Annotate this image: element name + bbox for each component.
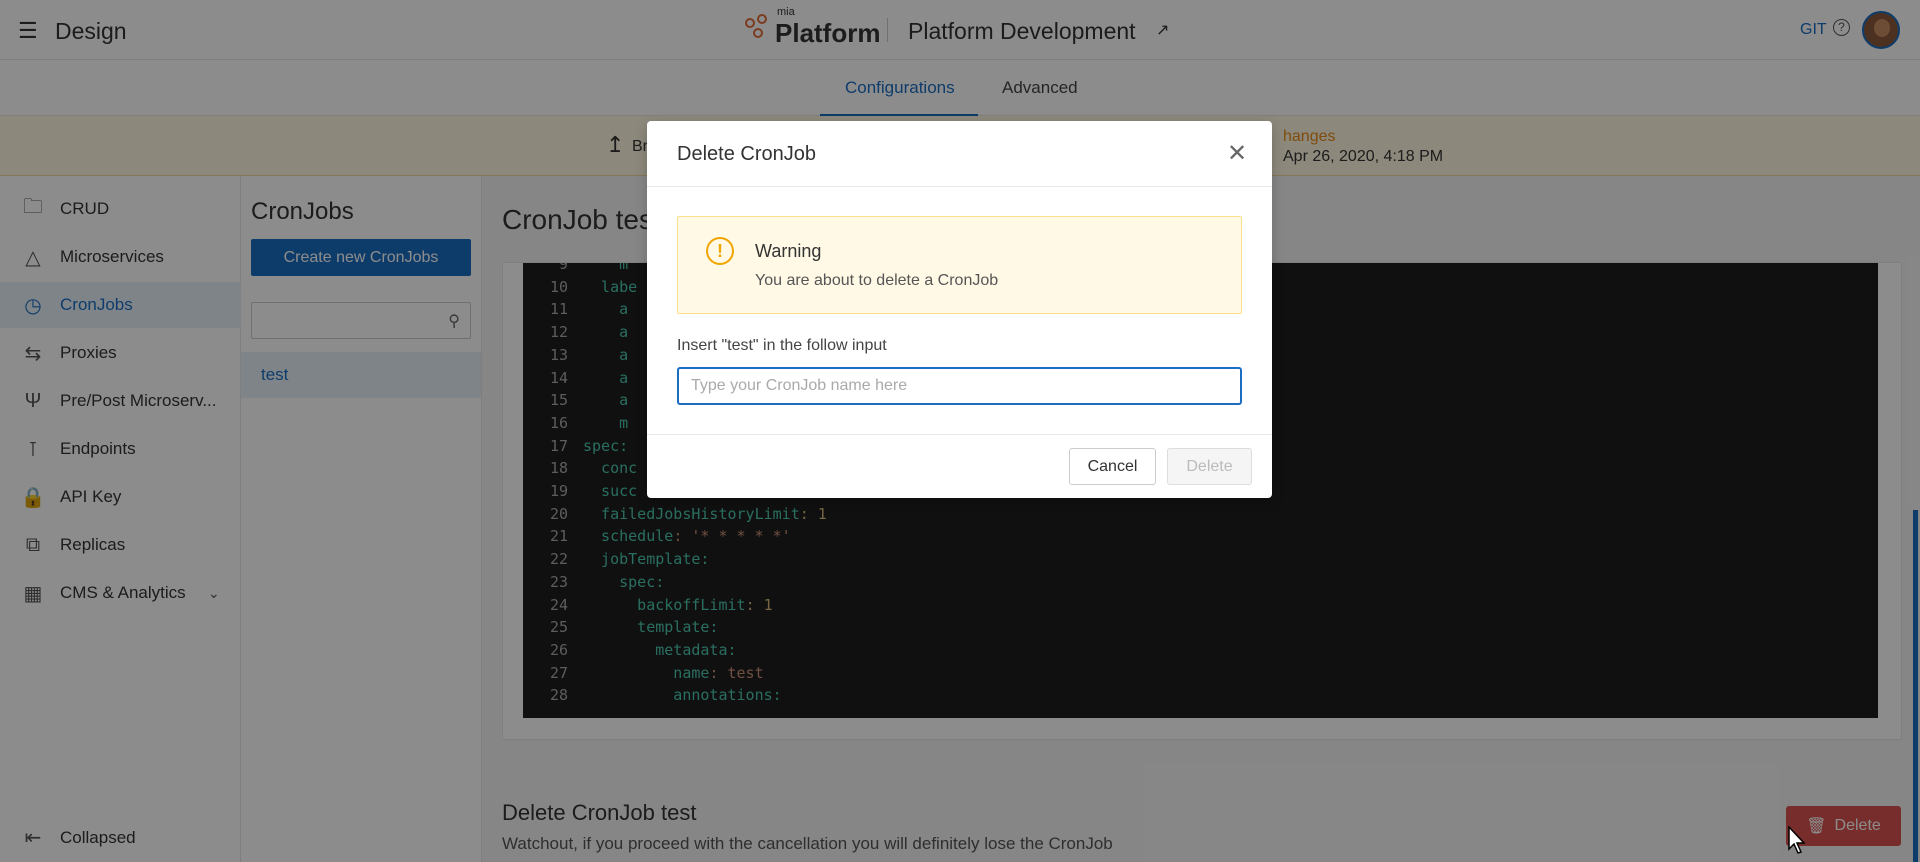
cronjob-name-input[interactable]	[677, 367, 1242, 405]
cancel-button[interactable]: Cancel	[1069, 448, 1156, 485]
delete-cronjob-modal: Delete CronJob ✕ ! Warning You are about…	[647, 121, 1272, 498]
confirm-delete-button[interactable]: Delete	[1167, 448, 1252, 485]
warning-title: Warning	[755, 241, 822, 261]
warning-alert: ! Warning You are about to delete a Cron…	[677, 216, 1242, 314]
modal-title: Delete CronJob	[677, 143, 816, 165]
close-icon[interactable]: ✕	[1227, 139, 1247, 168]
modal-header: Delete CronJob ✕	[647, 121, 1272, 187]
confirm-input-label: Insert "test" in the follow input	[677, 337, 887, 354]
modal-footer: Cancel Delete	[647, 434, 1272, 498]
warning-icon: !	[706, 237, 734, 265]
mouse-cursor-icon	[1788, 826, 1806, 854]
warning-text: You are about to delete a CronJob	[755, 272, 999, 289]
